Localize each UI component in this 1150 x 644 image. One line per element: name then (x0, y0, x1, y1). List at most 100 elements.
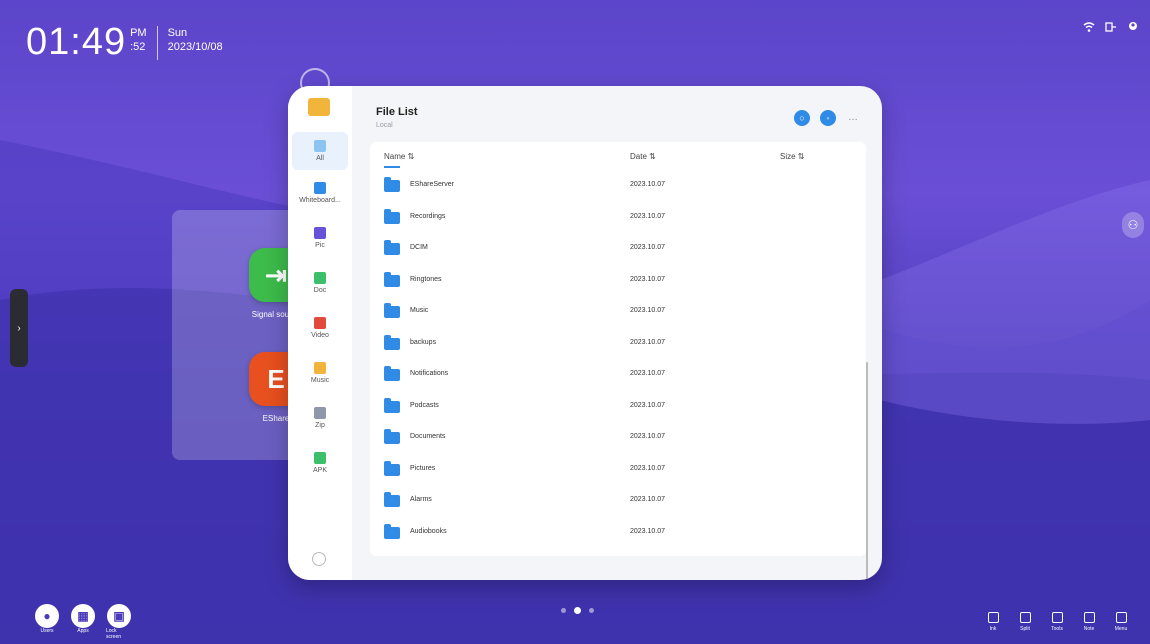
sidebar-item-label: Video (311, 332, 329, 339)
file-date: 2023.10.07 (630, 307, 666, 314)
table-row[interactable]: Music 2023.10.07 (384, 302, 854, 322)
apps-button[interactable]: ▦ Apps (70, 604, 96, 640)
file-date: 2023.10.07 (630, 181, 666, 188)
tools-button[interactable]: Tools (1048, 612, 1066, 632)
column-header-name[interactable]: Name ⇅ (384, 152, 414, 161)
picture-icon (314, 227, 326, 239)
file-date: 2023.10.07 (630, 212, 666, 220)
sidebar-item-label: Doc (313, 287, 327, 294)
table-row[interactable]: Documents 2023.10.07 (384, 428, 854, 448)
tools-icon (1051, 612, 1063, 623)
right-user-button[interactable]: ⚇ (1122, 212, 1144, 238)
file-date: 2023.10.07 (630, 527, 666, 535)
chevron-right-icon: › (17, 322, 21, 334)
whiteboard-icon (314, 182, 326, 194)
apk-icon (314, 452, 326, 464)
table-row[interactable]: EShareServer 2023.10.07 (384, 176, 854, 196)
file-date: 2023.10.07 (630, 370, 666, 377)
clock-ampm: PM (130, 27, 147, 39)
sidebar-item-music[interactable]: Music (292, 362, 348, 384)
user-icon[interactable] (1126, 20, 1140, 34)
clock-date: 2023/10/08 (167, 41, 223, 53)
input-icon[interactable] (1104, 20, 1118, 34)
folder-icon (384, 208, 400, 224)
file-name: Pictures (410, 464, 436, 472)
dock-label: Lock screen (106, 628, 122, 640)
search-button[interactable]: ○ (794, 110, 810, 126)
scrollbar[interactable] (866, 362, 868, 580)
toolbar-label: Ink (989, 626, 997, 632)
folder-icon (384, 303, 400, 318)
file-name: Notifications (410, 370, 449, 377)
sidebar-item-zip[interactable]: Zip (292, 407, 348, 429)
sidebar-item-pic[interactable]: Pic (292, 227, 348, 249)
column-header-date[interactable]: Date ⇅ (630, 152, 656, 161)
side-drawer-handle[interactable]: › (10, 289, 28, 367)
page-dot-active[interactable] (574, 607, 581, 614)
zip-icon (314, 407, 326, 419)
table-row[interactable]: Ringtones 2023.10.07 (384, 271, 854, 291)
file-name: Alarms (410, 496, 432, 503)
bottom-left-dock: ● Users ▦ Apps ▣ Lock screen (34, 604, 132, 640)
apps-grid-icon: ▦ (71, 604, 95, 628)
toolbar-label: Split (1020, 626, 1030, 632)
table-row[interactable]: Audiobooks 2023.10.07 (384, 523, 854, 543)
menu-icon (1115, 612, 1127, 623)
app-label: EShare (262, 414, 290, 423)
table-row[interactable]: Alarms 2023.10.07 (384, 491, 854, 511)
menu-button[interactable]: Menu (1112, 612, 1130, 632)
table-row[interactable]: Notifications 2023.10.07 (384, 365, 854, 385)
file-date: 2023.10.07 (630, 244, 666, 251)
file-name: Recordings (410, 212, 446, 220)
column-header-size[interactable]: Size ⇅ (780, 152, 805, 161)
file-category-sidebar: All Whiteboard... Pic Doc Video Music Zi… (288, 86, 352, 580)
folder-icon (384, 177, 400, 192)
options-button[interactable]: ◦ (820, 110, 836, 126)
clock-weekday: Sun (167, 27, 188, 39)
settings-icon[interactable] (312, 552, 326, 566)
sidebar-item-all[interactable]: All (292, 132, 348, 170)
sidebar-item-doc[interactable]: Doc (292, 272, 348, 294)
sidebar-item-label: Whiteboard... (299, 197, 341, 204)
sidebar-item-video[interactable]: Video (292, 317, 348, 339)
file-name: EShareServer (410, 181, 454, 188)
file-name: Audiobooks (410, 527, 447, 535)
table-row[interactable]: Podcasts 2023.10.07 (384, 397, 854, 417)
toolbar-label: Menu (1114, 626, 1128, 632)
breadcrumb: Local (376, 122, 393, 129)
split-button[interactable]: Split (1016, 612, 1034, 632)
user-icon: ⚇ (1127, 218, 1139, 232)
table-row[interactable]: DCIM 2023.10.07 (384, 239, 854, 259)
folder-icon (384, 492, 400, 507)
folder-icon (384, 397, 400, 413)
page-dot[interactable] (589, 608, 594, 613)
ink-button[interactable]: Ink (984, 612, 1002, 632)
table-row[interactable]: Recordings 2023.10.07 (384, 208, 854, 228)
table-row[interactable]: Pictures 2023.10.07 (384, 460, 854, 480)
search-icon: ○ (799, 113, 805, 123)
users-button[interactable]: ● Users (34, 604, 60, 640)
sidebar-item-label: APK (312, 467, 327, 474)
note-button[interactable]: Note (1080, 612, 1098, 632)
page-title: File List (376, 106, 418, 118)
file-manager-window: All Whiteboard... Pic Doc Video Music Zi… (288, 86, 882, 580)
folder-icon (384, 366, 400, 381)
sidebar-item-apk[interactable]: APK (292, 452, 348, 474)
file-name: Ringtones (410, 275, 442, 283)
folder-icon (384, 271, 400, 287)
music-icon (314, 362, 326, 374)
toolbar-label: Note (1083, 626, 1095, 632)
table-row[interactable]: backups 2023.10.07 (384, 334, 854, 354)
lock-screen-button[interactable]: ▣ Lock screen (106, 604, 132, 640)
grid-icon: ◦ (826, 113, 830, 123)
bottom-right-toolbar: Ink Split Tools Note Menu (984, 612, 1130, 632)
sidebar-item-whiteboard[interactable]: Whiteboard... (292, 182, 348, 204)
clock-divider (156, 26, 158, 60)
file-name: backups (410, 338, 437, 346)
page-dot[interactable] (561, 608, 566, 613)
more-icon[interactable]: … (848, 112, 858, 123)
wifi-icon[interactable] (1082, 20, 1096, 34)
page-indicator (561, 607, 594, 614)
file-date: 2023.10.07 (630, 496, 666, 503)
sort-indicator (384, 166, 400, 168)
